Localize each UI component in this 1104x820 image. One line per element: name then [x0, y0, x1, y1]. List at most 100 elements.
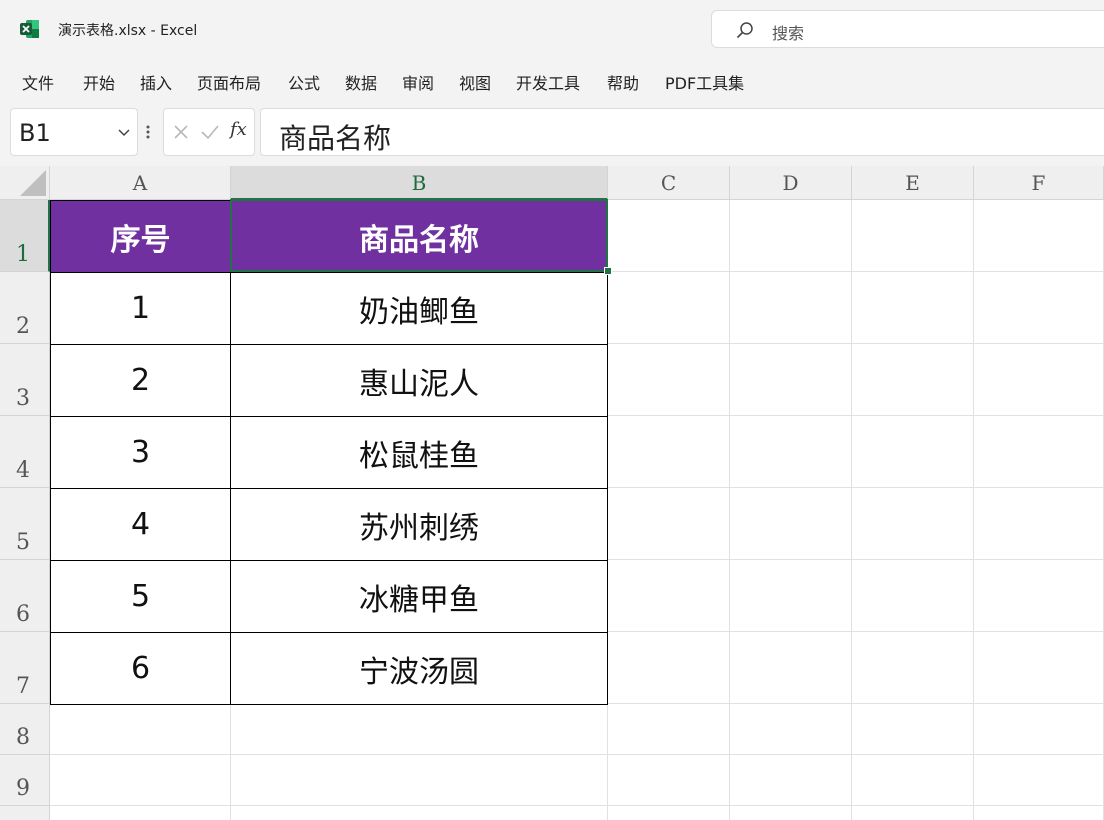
menu-help[interactable]: 帮助 — [607, 70, 639, 94]
menu-insert[interactable]: 插入 — [140, 70, 172, 94]
grid-cell[interactable] — [730, 755, 852, 806]
row-header-10[interactable] — [0, 806, 50, 820]
window-title: 演示表格.xlsx - Excel — [58, 23, 198, 39]
formula-buttons: fx — [163, 108, 255, 156]
grid-cell[interactable] — [852, 632, 974, 704]
grid-cell[interactable] — [608, 488, 730, 560]
search-box[interactable]: 搜索 — [711, 10, 1104, 48]
grid-cell[interactable] — [608, 704, 730, 755]
grid-cell[interactable] — [974, 344, 1104, 416]
more-options-icon[interactable] — [145, 122, 151, 142]
row-header-4[interactable]: 4 — [0, 416, 50, 488]
table-cell-product[interactable]: 苏州刺绣 — [230, 488, 608, 561]
grid-cell[interactable] — [974, 806, 1104, 820]
grid-cell[interactable] — [608, 560, 730, 632]
select-all-button[interactable] — [0, 166, 50, 200]
cancel-icon[interactable] — [172, 123, 190, 141]
grid-cell[interactable] — [231, 704, 608, 755]
grid-cell[interactable] — [608, 755, 730, 806]
grid-cell[interactable] — [852, 416, 974, 488]
grid-cell[interactable] — [974, 200, 1104, 272]
grid-cell[interactable] — [852, 755, 974, 806]
menu-data[interactable]: 数据 — [345, 70, 377, 94]
grid-cell[interactable] — [852, 344, 974, 416]
grid-cell[interactable] — [974, 560, 1104, 632]
table-cell-product[interactable]: 松鼠桂鱼 — [230, 416, 608, 489]
grid-cell[interactable] — [974, 416, 1104, 488]
grid-cell[interactable] — [730, 632, 852, 704]
chevron-down-icon[interactable] — [117, 125, 131, 139]
grid-cell[interactable] — [608, 344, 730, 416]
row-header-8[interactable]: 8 — [0, 704, 50, 755]
row-header-2[interactable]: 2 — [0, 272, 50, 344]
grid-cell[interactable] — [608, 416, 730, 488]
table-cell-product[interactable]: 奶油鲫鱼 — [230, 272, 608, 345]
grid-cell[interactable] — [730, 416, 852, 488]
grid-cell[interactable] — [974, 272, 1104, 344]
row-header-9[interactable]: 9 — [0, 755, 50, 806]
row-header-3[interactable]: 3 — [0, 344, 50, 416]
table-header-index[interactable]: 序号 — [50, 200, 231, 273]
menu-developer[interactable]: 开发工具 — [516, 70, 580, 94]
table-cell-index[interactable]: 1 — [50, 272, 231, 345]
row-header-5[interactable]: 5 — [0, 488, 50, 560]
menu-pdf-tools[interactable]: PDF工具集 — [665, 70, 744, 94]
row-header-1[interactable]: 1 — [0, 200, 50, 272]
grid-cell[interactable] — [50, 806, 231, 820]
grid-cell[interactable] — [608, 200, 730, 272]
table-cell-index[interactable]: 6 — [50, 632, 231, 705]
grid-cell[interactable] — [974, 704, 1104, 755]
row-header-6[interactable]: 6 — [0, 560, 50, 632]
grid-cell[interactable] — [50, 755, 231, 806]
grid-cell[interactable] — [852, 806, 974, 820]
column-header-d[interactable]: D — [730, 166, 852, 200]
grid-cell[interactable] — [730, 200, 852, 272]
menu-file[interactable]: 文件 — [22, 70, 54, 94]
check-icon[interactable] — [200, 123, 220, 141]
column-header-b[interactable]: B — [231, 166, 608, 200]
grid-cell[interactable] — [730, 488, 852, 560]
grid-cell[interactable] — [730, 272, 852, 344]
table-cell-product[interactable]: 惠山泥人 — [230, 344, 608, 417]
grid-cell[interactable] — [974, 488, 1104, 560]
grid-cell[interactable] — [852, 488, 974, 560]
grid-cell[interactable] — [231, 806, 608, 820]
formula-input[interactable]: 商品名称 — [260, 108, 1104, 156]
row-header-7[interactable]: 7 — [0, 632, 50, 704]
column-header-f[interactable]: F — [974, 166, 1104, 200]
grid-cell[interactable] — [852, 704, 974, 755]
grid-cell[interactable] — [852, 272, 974, 344]
grid-cell[interactable] — [730, 344, 852, 416]
table-cell-product[interactable]: 冰糖甲鱼 — [230, 560, 608, 633]
column-header-e[interactable]: E — [852, 166, 974, 200]
grid-cell[interactable] — [50, 704, 231, 755]
grid-cell[interactable] — [231, 755, 608, 806]
menu-view[interactable]: 视图 — [459, 70, 491, 94]
grid-cell[interactable] — [852, 560, 974, 632]
column-header-a[interactable]: A — [50, 166, 231, 200]
menu-review[interactable]: 审阅 — [402, 70, 434, 94]
spreadsheet-grid[interactable]: A B C D E F 1 2 3 4 5 6 7 8 9 序号 商品名称 1 … — [0, 166, 1104, 820]
grid-cell[interactable] — [608, 272, 730, 344]
column-header-c[interactable]: C — [608, 166, 730, 200]
grid-cell[interactable] — [974, 755, 1104, 806]
grid-cell[interactable] — [852, 200, 974, 272]
table-header-product-name[interactable]: 商品名称 — [230, 200, 608, 273]
table-cell-product[interactable]: 宁波汤圆 — [230, 632, 608, 705]
grid-cell[interactable] — [608, 632, 730, 704]
grid-cell[interactable] — [730, 704, 852, 755]
grid-cell[interactable] — [730, 806, 852, 820]
table-cell-index[interactable]: 5 — [50, 560, 231, 633]
name-box[interactable]: B1 — [10, 108, 138, 156]
table-cell-index[interactable]: 2 — [50, 344, 231, 417]
menu-home[interactable]: 开始 — [83, 70, 115, 94]
grid-cell[interactable] — [730, 560, 852, 632]
menu-formulas[interactable]: 公式 — [288, 70, 320, 94]
insert-function-button[interactable]: fx — [230, 119, 247, 140]
menu-page-layout[interactable]: 页面布局 — [197, 70, 261, 94]
table-cell-index[interactable]: 4 — [50, 488, 231, 561]
table-cell-index[interactable]: 3 — [50, 416, 231, 489]
grid-cell[interactable] — [974, 632, 1104, 704]
grid-cell[interactable] — [608, 806, 730, 820]
fill-handle[interactable] — [604, 267, 612, 275]
